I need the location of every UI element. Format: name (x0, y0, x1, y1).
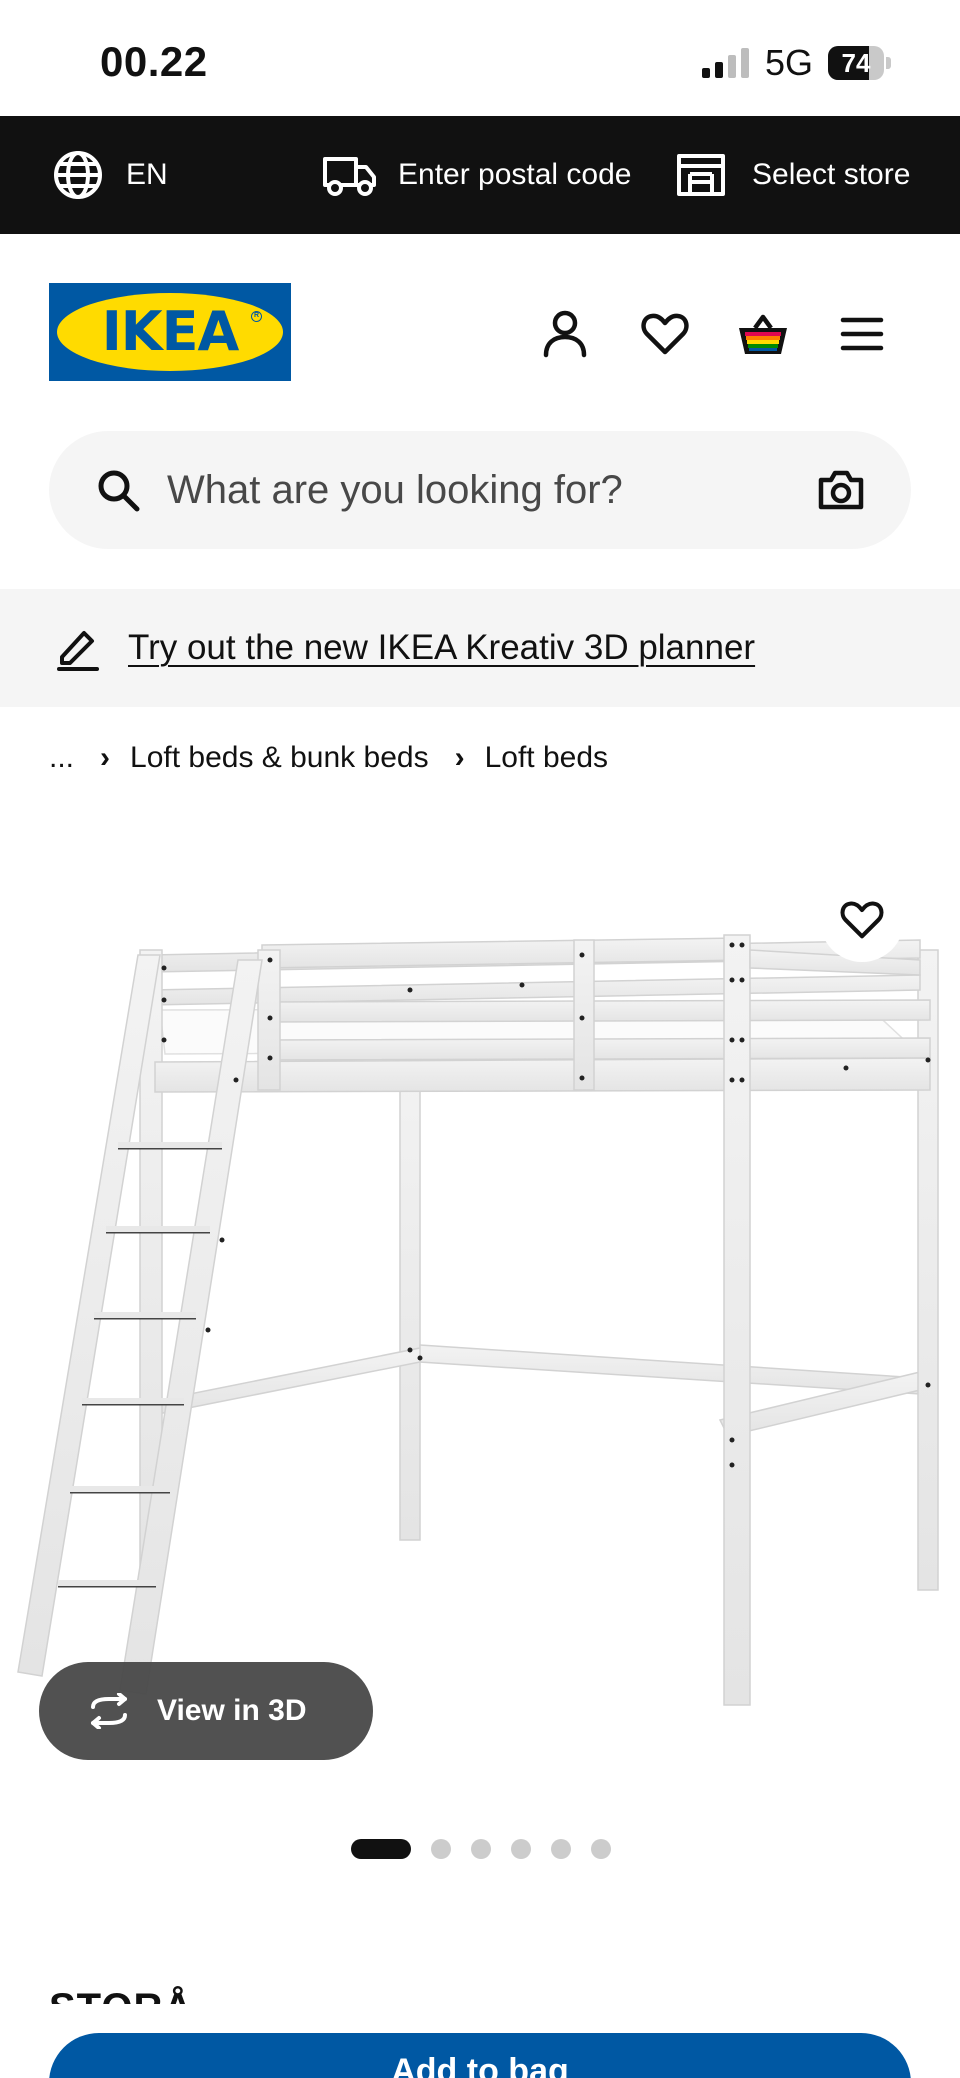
status-bar: 00.22 5G 74 (0, 0, 960, 116)
gallery-dot[interactable] (431, 1839, 451, 1859)
status-time: 00.22 (100, 38, 208, 85)
gallery-dot[interactable] (511, 1839, 531, 1859)
view-in-3d-label: View in 3D (157, 1694, 307, 1727)
gallery-dot[interactable] (351, 1839, 411, 1859)
breadcrumb-item[interactable]: Loft beds & bunk beds (130, 741, 429, 775)
search-input[interactable]: What are you looking for? (167, 431, 623, 549)
pencil-icon (57, 631, 99, 671)
menu-button[interactable] (834, 306, 890, 362)
heart-icon (840, 901, 884, 939)
battery-icon: 74 (828, 46, 892, 82)
search-icon (98, 470, 140, 512)
menu-icon (840, 317, 884, 351)
wishlist-button[interactable] (637, 306, 693, 362)
gallery-dot[interactable] (551, 1839, 571, 1859)
heart-icon (641, 313, 689, 355)
profile-icon (543, 310, 587, 358)
signal-strength-icon (702, 48, 752, 78)
language-label: EN (126, 158, 168, 191)
product-title: STORÅ (49, 1982, 193, 2004)
breadcrumb-item[interactable]: Loft beds (485, 741, 608, 775)
gallery-dot[interactable] (591, 1839, 611, 1859)
product-favorite-button[interactable] (820, 878, 904, 962)
product-image[interactable] (0, 860, 960, 1790)
gallery-dot[interactable] (471, 1839, 491, 1859)
gallery-pagination (351, 1838, 631, 1860)
globe-icon (54, 151, 102, 199)
store-icon (677, 154, 725, 196)
shopping-bag-icon (739, 314, 787, 354)
view-in-3d-button[interactable]: View in 3D (39, 1662, 373, 1760)
logo-text: IKEA (101, 300, 240, 363)
postal-code-label: Enter postal code (398, 158, 632, 191)
postal-code-button[interactable]: Enter postal code (322, 116, 631, 234)
breadcrumb: ... › Loft beds & bunk beds › Loft beds (49, 738, 608, 778)
planner-banner: Try out the new IKEA Kreativ 3D planner (0, 589, 960, 707)
language-selector[interactable]: EN (52, 116, 168, 234)
rotate-3d-icon (91, 1693, 127, 1729)
ikea-logo[interactable]: IKEA R (49, 283, 291, 381)
camera-icon[interactable] (817, 467, 865, 513)
chevron-right-icon: › (454, 741, 465, 774)
breadcrumb-ellipsis[interactable]: ... (49, 741, 74, 775)
planner-link[interactable]: Try out the new IKEA Kreativ 3D planner (128, 589, 755, 707)
battery-level: 74 (841, 48, 871, 78)
shopping-bag-button[interactable] (735, 306, 791, 362)
utility-bar: EN Enter postal code Select store (0, 116, 960, 234)
store-label: Select store (752, 158, 911, 191)
site-header: IKEA R (0, 234, 960, 424)
store-selector-button[interactable]: Select store (676, 116, 910, 234)
chevron-right-icon: › (100, 741, 111, 774)
profile-button[interactable] (537, 306, 593, 362)
network-type: 5G (765, 42, 814, 83)
search-bar[interactable]: What are you looking for? (49, 431, 911, 549)
add-to-bag-button[interactable]: Add to bag (49, 2033, 911, 2078)
truck-icon (323, 157, 376, 196)
